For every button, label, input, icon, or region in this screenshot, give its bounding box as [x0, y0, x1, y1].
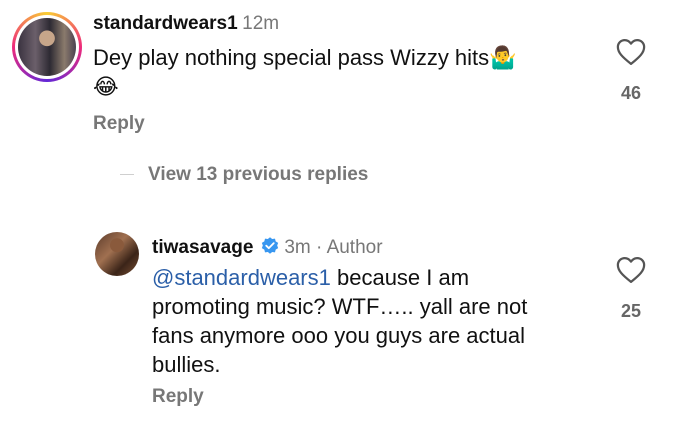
reply-line-1: because I am [330, 265, 470, 290]
comment-like-count: 46 [620, 83, 642, 103]
heart-outline-icon [616, 39, 646, 65]
reply-author-username[interactable]: tiwasavage [152, 237, 253, 258]
reply-line-2: promoting music? WTF….. yall are not [152, 294, 528, 319]
comment-body: Dey play nothing special pass Wizzy hits [93, 45, 490, 70]
reply-time: 3m [284, 237, 311, 258]
comment-time: 12m [242, 13, 280, 34]
mention-link[interactable]: @standardwears1 [152, 265, 331, 290]
heart-outline-icon [616, 257, 646, 283]
reply-text: @standardwears1 because I am promoting m… [152, 263, 592, 379]
reply-line-3: fans anymore ooo you guys are actual [152, 323, 526, 348]
comment-like-button[interactable] [616, 38, 646, 71]
laugh-emoji: 😂 [93, 74, 119, 99]
commenter-avatar[interactable] [12, 12, 82, 82]
reply-like-button[interactable] [616, 256, 646, 289]
author-label: Author [326, 237, 383, 258]
comment-header: standardwears1 12m [93, 13, 279, 35]
reply-reply-button[interactable]: Reply [152, 386, 204, 408]
replies-divider [120, 174, 134, 175]
shrug-emoji: 🤷‍♂️ [489, 45, 517, 70]
commenter-username[interactable]: standardwears1 [93, 13, 238, 34]
header-separator: · [310, 237, 327, 258]
commenter-avatar-photo [18, 18, 76, 76]
comment-text: Dey play nothing special pass Wizzy hits… [93, 43, 563, 101]
reply-author-avatar[interactable] [95, 232, 139, 276]
verified-badge-icon [261, 237, 279, 254]
comment-reply-button[interactable]: Reply [93, 113, 145, 135]
view-previous-replies-button[interactable]: View 13 previous replies [148, 164, 368, 186]
reply-line-4: bullies. [152, 352, 221, 377]
reply-header: tiwasavage 3m · Author [152, 236, 383, 259]
reply-like-count: 25 [620, 301, 642, 321]
